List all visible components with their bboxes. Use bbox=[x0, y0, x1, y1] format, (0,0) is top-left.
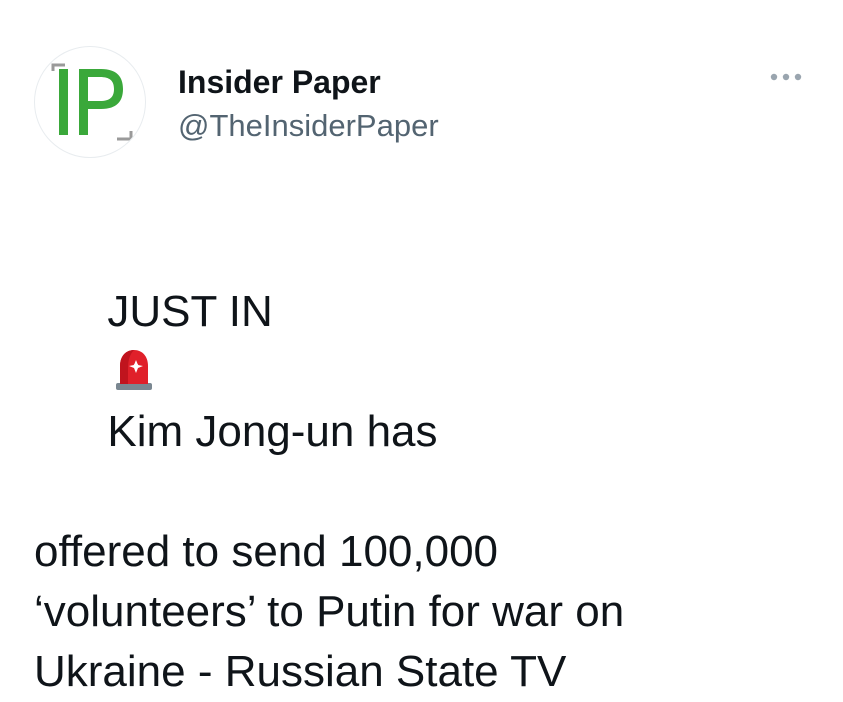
tweet-card[interactable]: IP Insider Paper @TheInsiderPaper JUST I… bbox=[0, 0, 843, 696]
tweet-line-4: Ukraine - Russian State TV bbox=[34, 647, 567, 696]
insider-paper-logo: IP bbox=[51, 63, 133, 141]
police-siren-emoji-icon bbox=[116, 350, 153, 390]
tweet-text-part-2: Kim Jong-un has bbox=[107, 407, 438, 456]
more-options-icon bbox=[770, 73, 802, 81]
display-name[interactable]: Insider Paper bbox=[178, 62, 439, 102]
tweet-text-part-1: JUST IN bbox=[107, 287, 273, 336]
user-info[interactable]: Insider Paper @TheInsiderPaper bbox=[178, 62, 439, 146]
more-options-button[interactable] bbox=[762, 62, 810, 92]
tweet-line-1: JUST IN Kim Jong-un has bbox=[34, 222, 814, 522]
tweet-line-3: ‘volunteers’ to Putin for war on bbox=[34, 587, 625, 636]
user-handle[interactable]: @TheInsiderPaper bbox=[178, 106, 439, 146]
tweet-line-2: offered to send 100,000 bbox=[34, 527, 499, 576]
tweet-text: JUST IN Kim Jong-un has offered to send … bbox=[34, 222, 814, 702]
avatar[interactable]: IP bbox=[34, 46, 146, 158]
